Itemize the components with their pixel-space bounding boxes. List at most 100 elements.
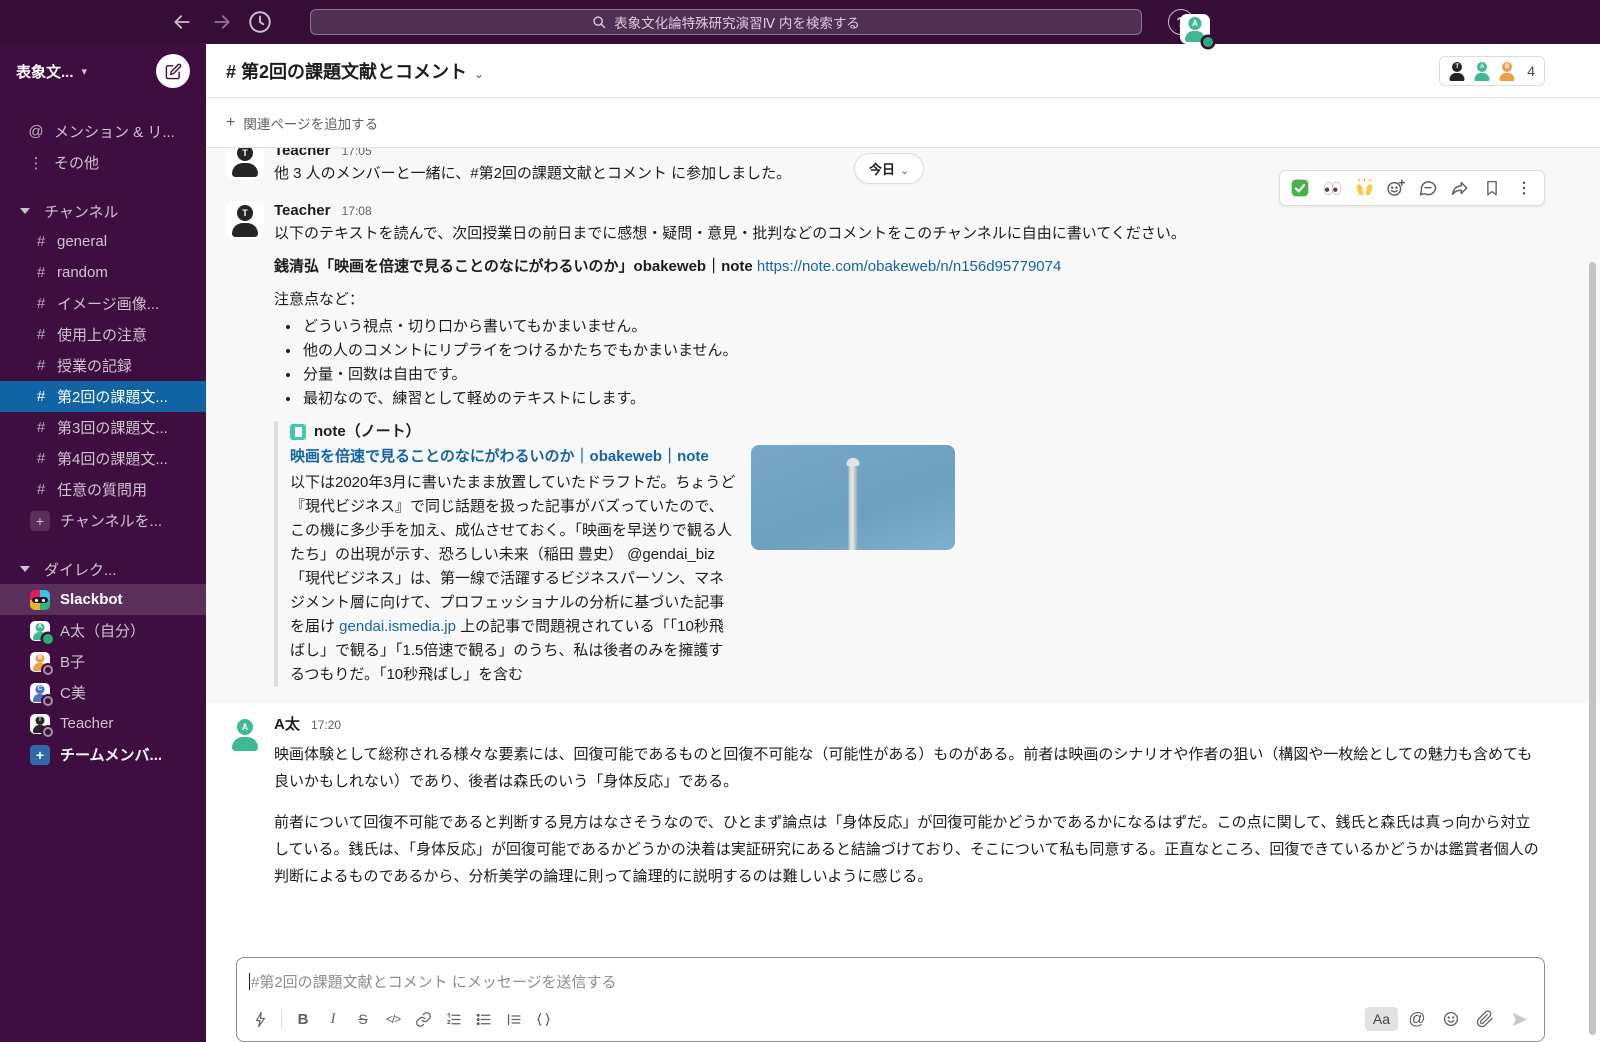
hash-icon: # <box>34 481 48 498</box>
user-avatar[interactable]: A <box>1180 14 1210 44</box>
blockquote-button[interactable] <box>498 1005 528 1033</box>
dms-section-header[interactable]: ダイレク... <box>0 554 206 584</box>
channel-item-session3[interactable]: #第3回の課題文... <box>0 412 206 443</box>
chevron-down-icon[interactable]: ▾ <box>82 65 88 78</box>
add-reaction-button[interactable] <box>1380 173 1412 203</box>
author-name[interactable]: A太 <box>274 716 300 733</box>
author-name[interactable]: Teacher <box>274 148 330 159</box>
presence-dot <box>1203 37 1213 47</box>
channel-title[interactable]: # 第2回の課題文献とコメント⌄ <box>226 58 484 84</box>
chevron-down-icon: ⌄ <box>900 165 909 177</box>
presence-dot <box>43 634 53 644</box>
author-name[interactable]: Teacher <box>274 202 330 219</box>
workspace-switcher[interactable]: 表象文... <box>16 61 74 82</box>
compose-button[interactable] <box>156 54 190 88</box>
channel-item-random[interactable]: #random <box>0 257 206 288</box>
preview-title-link[interactable]: 映画を倍速で見ることのなにがわるいのか｜obakeweb｜note <box>290 445 737 469</box>
avatar: B <box>30 652 50 672</box>
channel-item-class-records[interactable]: #授業の記録 <box>0 350 206 381</box>
search-placeholder: 表象文化論特殊研究演習Ⅳ 内を検索する <box>614 12 860 32</box>
dm-item-bko[interactable]: B B子 <box>0 646 206 677</box>
new-message-icon <box>165 63 182 80</box>
history-button[interactable] <box>244 6 276 38</box>
sidebar-item-mentions[interactable]: @ メンション & リ... <box>0 116 206 147</box>
dm-item-cmi[interactable]: C C美 <box>0 677 206 708</box>
code-button[interactable]: </> <box>378 1005 408 1033</box>
date-pill[interactable]: 今日⌄ <box>854 153 924 184</box>
code-block-button[interactable] <box>528 1005 558 1033</box>
share-message-button[interactable] <box>1444 173 1476 203</box>
channel-item-questions[interactable]: #任意の質問用 <box>0 474 206 505</box>
composer: #第2回の課題文献とコメント にメッセージを送信する B I S </> <box>236 957 1545 1042</box>
citation-link[interactable]: https://note.com/obakeweb/n/n156d9577907… <box>757 258 1061 275</box>
avatar[interactable]: T <box>226 201 264 239</box>
attach-button[interactable] <box>1470 1005 1500 1033</box>
send-button[interactable] <box>1504 1005 1534 1033</box>
ordered-list-icon <box>445 1011 462 1028</box>
back-arrow-icon <box>172 12 192 32</box>
channel-item-images[interactable]: #イメージ画像... <box>0 288 206 319</box>
timestamp[interactable]: 17:08 <box>342 204 372 218</box>
shortcuts-button[interactable] <box>245 1005 275 1033</box>
reaction-eyes-button[interactable] <box>1316 173 1348 203</box>
more-actions-button[interactable] <box>1508 173 1540 203</box>
emoji-button[interactable] <box>1436 1005 1466 1033</box>
presence-dot <box>43 696 53 706</box>
sidebar-item-more[interactable]: ⋮ その他 <box>0 147 206 178</box>
slackbot-avatar <box>30 590 50 610</box>
reply-thread-button[interactable] <box>1412 173 1444 203</box>
inline-link[interactable]: gendai.ismedia.jp <box>339 618 456 635</box>
add-bookmark-button[interactable]: + 関連ページを追加する <box>226 113 378 133</box>
link-button[interactable] <box>408 1005 438 1033</box>
eyes-icon <box>1322 178 1343 199</box>
channel-item-general[interactable]: #general <box>0 226 206 257</box>
back-arrow-button[interactable] <box>166 6 198 38</box>
reaction-raised-hands-button[interactable] <box>1348 173 1380 203</box>
sidebar-nav: @ メンション & リ... ⋮ その他 チャンネル #general #ran… <box>0 98 206 770</box>
message-text: 以下のテキストを読んで、次回授業日の前日までに感想・疑問・意見・批判などのコメン… <box>274 223 1540 245</box>
add-channel-button[interactable]: + チャンネルを... <box>0 505 206 536</box>
channel-item-session2-selected[interactable]: #第2回の課題文... <box>0 381 206 412</box>
preview-image[interactable] <box>751 445 955 550</box>
presence-dot <box>43 665 53 675</box>
invite-members-button[interactable]: + チームメンバ... <box>0 739 206 770</box>
scrollbar-thumb[interactable] <box>1589 262 1596 1035</box>
hash-icon: # <box>34 357 48 374</box>
member-list-button[interactable]: T A B 4 <box>1439 56 1545 86</box>
hash-icon: # <box>34 419 48 436</box>
format-toggle-button[interactable]: Aa <box>1365 1007 1398 1031</box>
white-check-mark-icon <box>1290 178 1310 198</box>
timestamp[interactable]: 17:20 <box>311 718 341 732</box>
message-hover-toolbar <box>1279 170 1545 206</box>
timestamp[interactable]: 17:05 <box>342 148 372 158</box>
emoji-add-icon <box>1386 178 1406 198</box>
avatar: C <box>30 683 50 703</box>
mention-button[interactable]: @ <box>1402 1005 1432 1033</box>
message-teacher: T Teacher 17:08 以下のテキストを読んで、次回授業日の前日までに感… <box>206 194 1600 703</box>
preview-provider: note（ノート） <box>290 421 955 443</box>
dm-item-slackbot[interactable]: Slackbot <box>0 584 206 615</box>
avatar[interactable]: A <box>226 715 264 753</box>
paperclip-icon <box>1476 1010 1494 1028</box>
avatar[interactable]: T <box>226 148 264 179</box>
bulleted-list-button[interactable] <box>468 1005 498 1033</box>
message-text: 前者について回復不可能であると判断する見方はなさそうなので、ひとまず論点は「身体… <box>274 809 1540 890</box>
bookmark-icon <box>1483 179 1501 197</box>
message-input[interactable]: #第2回の課題文献とコメント にメッセージを送信する <box>237 958 1544 1002</box>
channels-section-header[interactable]: チャンネル <box>0 196 206 226</box>
strikethrough-button[interactable]: S <box>348 1005 378 1033</box>
search-bar[interactable]: 表象文化論特殊研究演習Ⅳ 内を検索する <box>310 9 1142 35</box>
channel-item-session4[interactable]: #第4回の課題文... <box>0 443 206 474</box>
dm-item-self[interactable]: A A太（自分） <box>0 615 206 646</box>
ordered-list-button[interactable] <box>438 1005 468 1033</box>
tower-photo <box>849 465 858 550</box>
forward-arrow-button[interactable] <box>206 6 238 38</box>
italic-button[interactable]: I <box>318 1005 348 1033</box>
channel-item-usage-notes[interactable]: #使用上の注意 <box>0 319 206 350</box>
save-message-button[interactable] <box>1476 173 1508 203</box>
dm-item-teacher[interactable]: T Teacher <box>0 708 206 739</box>
code-block-icon <box>535 1011 552 1028</box>
reaction-white-check-mark-button[interactable] <box>1284 173 1316 203</box>
member-avatar: T <box>1446 60 1468 82</box>
bold-button[interactable]: B <box>288 1005 318 1033</box>
